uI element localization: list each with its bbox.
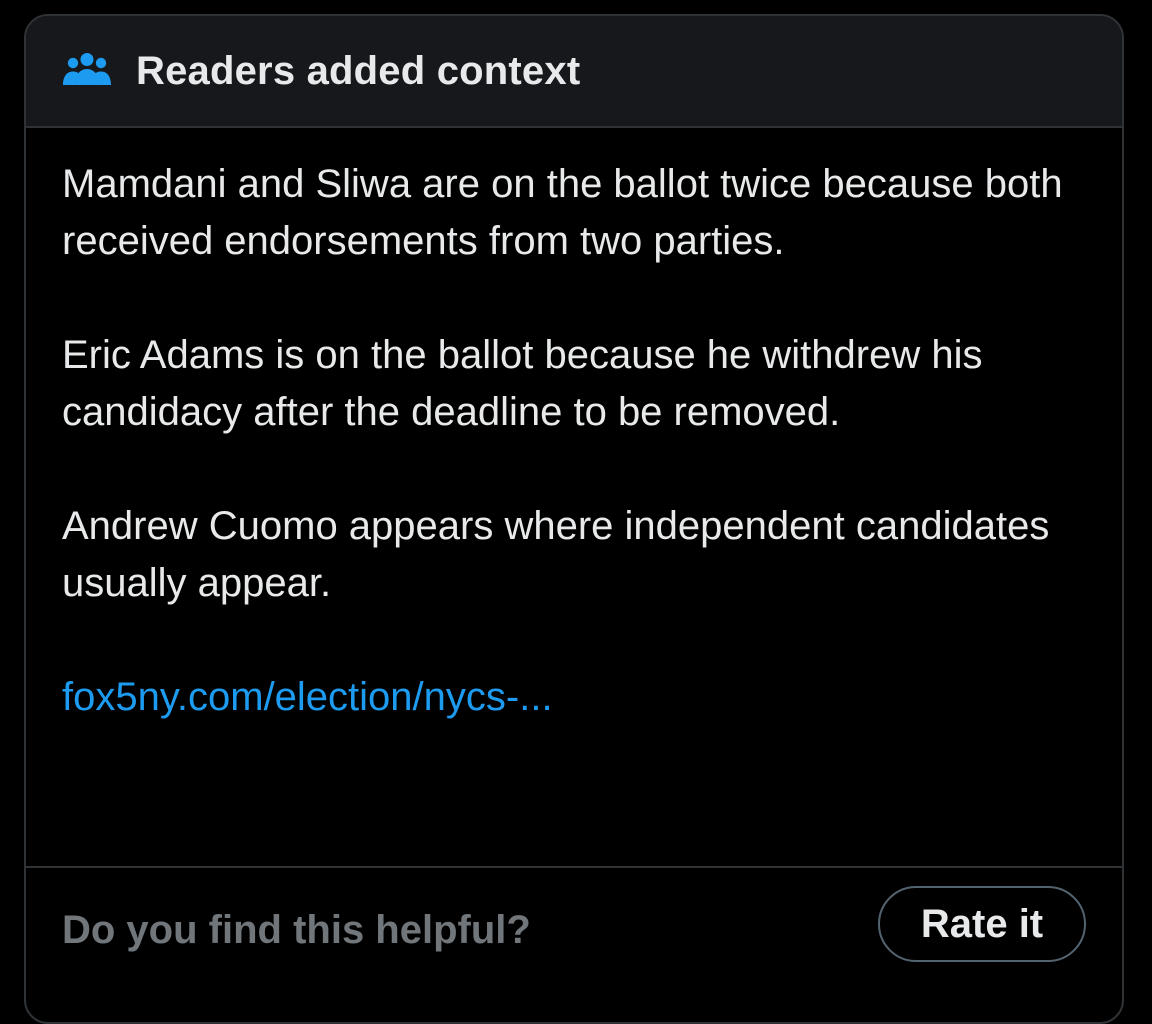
people-icon bbox=[62, 51, 112, 91]
note-paragraph: Andrew Cuomo appears where independent c… bbox=[62, 504, 1050, 605]
source-link[interactable]: fox5ny.com/election/nycs-... bbox=[62, 669, 553, 726]
note-header: Readers added context bbox=[26, 16, 1122, 128]
note-body: Mamdani and Sliwa are on the ballot twic… bbox=[26, 128, 1122, 868]
rate-it-button[interactable]: Rate it bbox=[878, 886, 1086, 962]
community-note-card: Readers added context Mamdani and Sliwa … bbox=[24, 14, 1124, 1024]
helpful-question: Do you find this helpful? bbox=[62, 907, 531, 952]
note-footer: Do you find this helpful? Rate it bbox=[26, 868, 1122, 992]
note-paragraph: Eric Adams is on the ballot because he w… bbox=[62, 333, 983, 434]
note-title: Readers added context bbox=[136, 48, 581, 93]
note-paragraph: Mamdani and Sliwa are on the ballot twic… bbox=[62, 162, 1063, 263]
